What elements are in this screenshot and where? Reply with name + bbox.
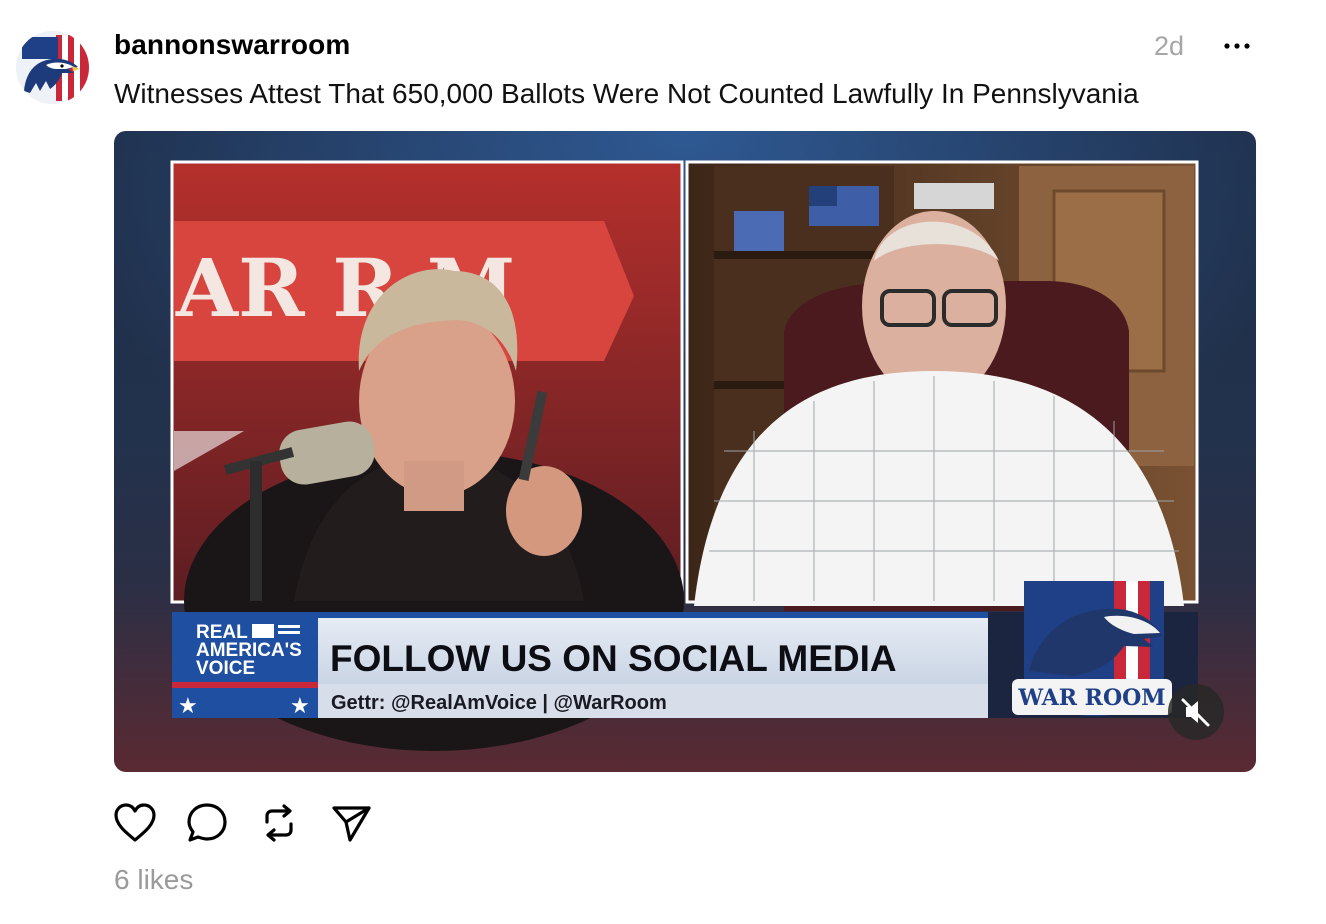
video-frame: AR R M REAL AMERICA'S VOICE ★ ★ FOLLOW U…	[114, 131, 1256, 772]
banner-headline: FOLLOW US ON SOCIAL MEDIA	[330, 638, 897, 679]
comment-button[interactable]	[184, 800, 230, 846]
star-icon: ★	[178, 693, 198, 718]
war-room-logo-text: WAR ROOM	[1017, 685, 1165, 711]
speaker-muted-icon	[1181, 698, 1210, 727]
username[interactable]: bannonswarroom	[114, 28, 350, 62]
comment-icon	[187, 803, 227, 842]
avatar[interactable]	[16, 31, 89, 104]
banner-subline: Gettr: @RealAmVoice | @WarRoom	[331, 692, 667, 714]
send-icon	[332, 806, 371, 842]
network-logo-line-3: VOICE	[196, 658, 255, 679]
star-icon: ★	[290, 693, 310, 718]
heart-icon	[114, 803, 156, 842]
like-count[interactable]: 6 likes	[114, 863, 193, 897]
post-caption: Witnesses Attest That 650,000 Ballots We…	[114, 78, 1139, 109]
repost-button[interactable]	[256, 800, 302, 846]
war-room-logo: WAR ROOM	[1012, 581, 1172, 716]
video-player[interactable]: AR R M REAL AMERICA'S VOICE ★ ★ FOLLOW U…	[114, 131, 1256, 772]
eagle-flag-avatar-icon	[16, 31, 89, 104]
repost-icon	[265, 804, 293, 842]
mute-button[interactable]	[1168, 684, 1224, 740]
right-video-panel	[685, 160, 1199, 611]
post-timestamp: 2d	[1154, 31, 1185, 61]
like-button[interactable]	[112, 800, 158, 846]
share-button[interactable]	[328, 800, 374, 846]
more-icon[interactable]	[1218, 31, 1258, 61]
